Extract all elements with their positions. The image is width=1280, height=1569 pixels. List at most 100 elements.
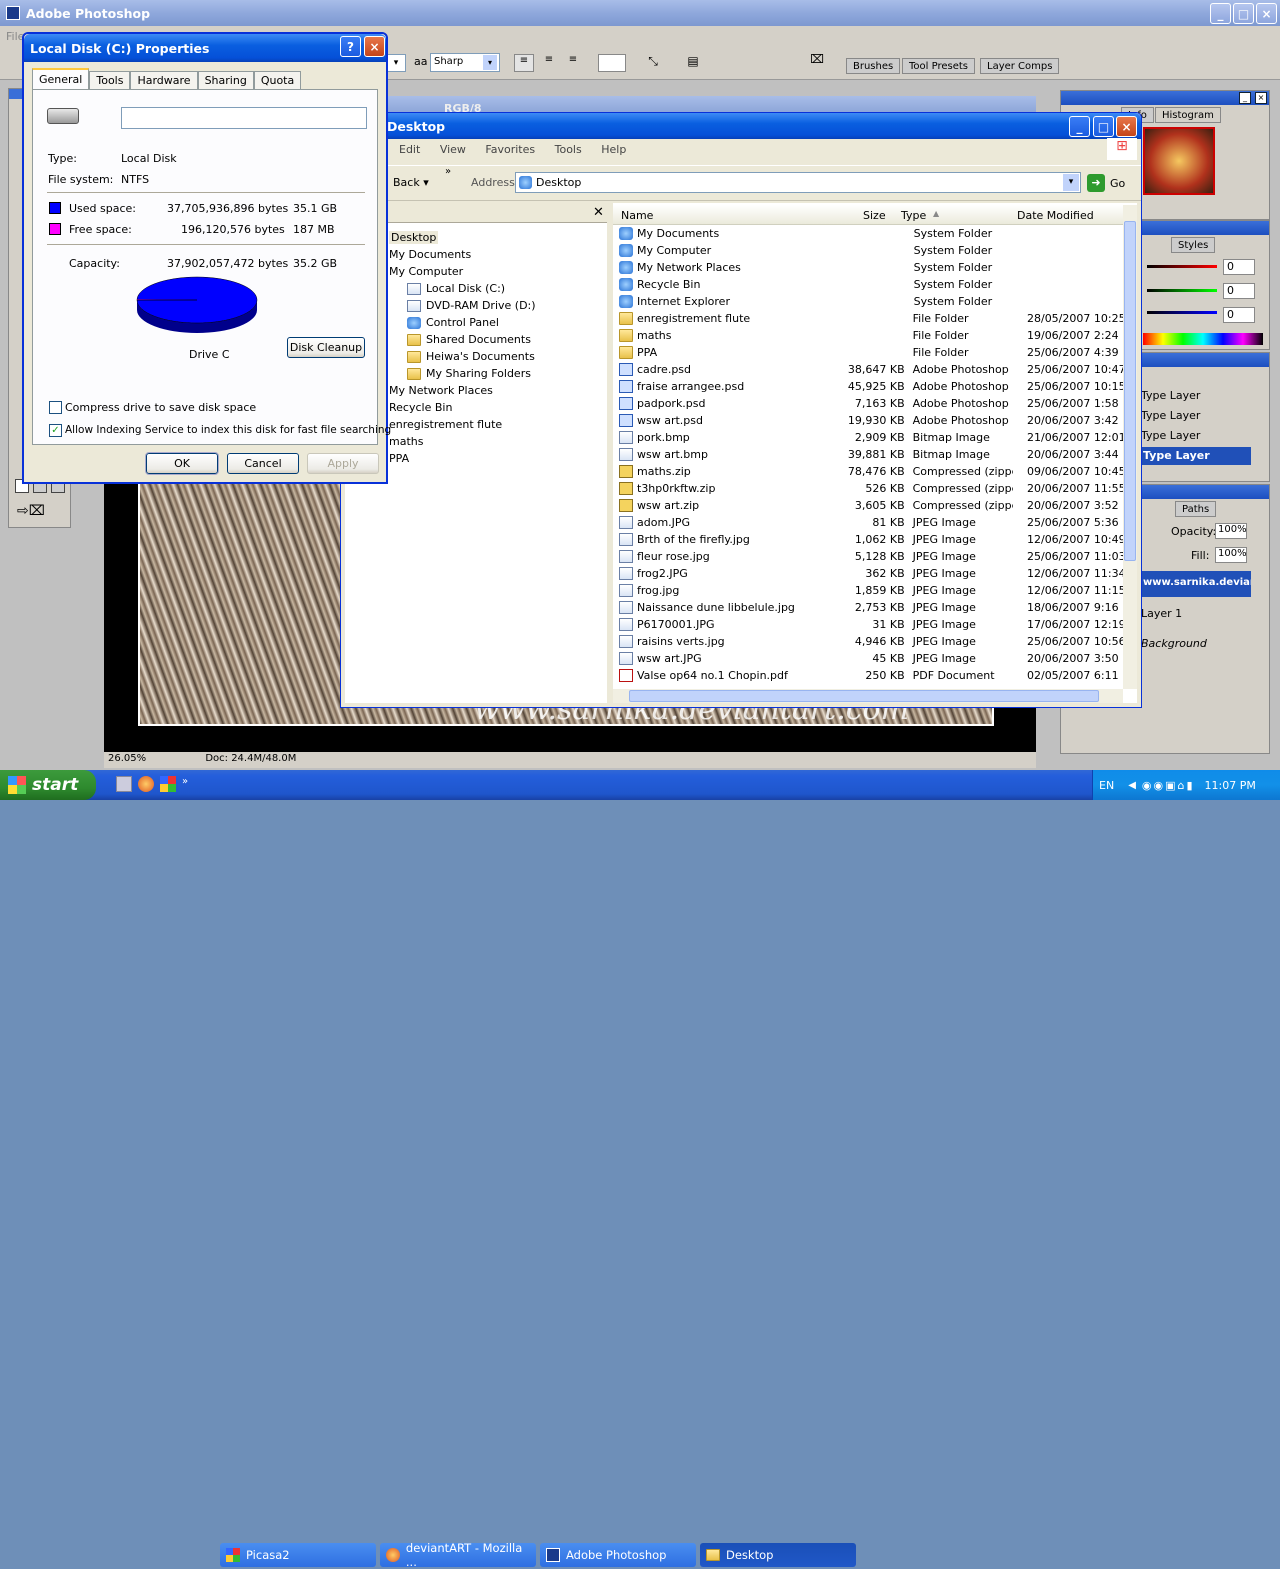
tab-hardware[interactable]: Hardware <box>130 71 198 90</box>
file-row[interactable]: pork.bmp 2,909 KB Bitmap Image 21/06/2007 1… <box>613 429 1123 446</box>
file-row[interactable]: padpork.psd 7,163 KB Adobe Photoshop I... 2… <box>613 395 1123 412</box>
ps-palettes-icon[interactable]: ▤ <box>684 54 702 72</box>
tab-tools[interactable]: Tools <box>89 71 131 90</box>
red-slider[interactable] <box>1147 265 1217 268</box>
column-size[interactable]: Size <box>863 209 886 222</box>
compress-label[interactable]: Compress drive to save disk space <box>65 401 256 414</box>
ps-text-color-swatch[interactable] <box>598 54 626 72</box>
tree-item[interactable]: My Sharing Folders <box>407 365 531 382</box>
ok-button[interactable]: OK <box>145 452 219 475</box>
blue-value-input[interactable]: 0 <box>1223 307 1255 323</box>
tree-item[interactable]: Shared Documents <box>407 331 531 348</box>
file-row[interactable]: Recycle Bin System Folder <box>613 276 1123 293</box>
tree-item[interactable]: Local Disk (C:) <box>407 280 505 297</box>
language-indicator[interactable]: EN <box>1099 779 1114 792</box>
column-type[interactable]: Type <box>901 209 926 222</box>
tree-item[interactable]: My Computer <box>389 263 463 280</box>
history-item[interactable]: Type Layer <box>1141 429 1200 442</box>
file-row[interactable]: Naissance dune libbelule.jpg 2,753 KB JPEG… <box>613 599 1123 616</box>
tree-item[interactable]: Control Panel <box>407 314 499 331</box>
fill-input[interactable]: 100% <box>1215 547 1247 563</box>
history-item-selected[interactable]: Type Layer <box>1141 447 1251 465</box>
file-row[interactable]: cadre.psd 38,647 KB Adobe Photoshop I... 25… <box>613 361 1123 378</box>
file-row[interactable]: maths.zip 78,476 KB Compressed (zippe... 09… <box>613 463 1123 480</box>
picasa-icon[interactable] <box>160 776 176 792</box>
cancel-button[interactable]: Cancel <box>227 453 299 474</box>
task-firefox[interactable]: deviantART - Mozilla ... <box>380 1541 536 1569</box>
tree-item[interactable]: My Documents <box>389 246 471 263</box>
dialog-close-button[interactable]: × <box>364 36 385 57</box>
back-button[interactable]: Back ▾ <box>393 176 429 189</box>
address-dropdown-icon[interactable]: ▾ <box>1063 174 1079 191</box>
horizontal-scrollbar[interactable] <box>613 689 1123 703</box>
tree-item[interactable]: PPA <box>389 450 409 467</box>
folders-close-icon[interactable]: ✕ <box>593 205 604 220</box>
file-row[interactable]: wsw art.zip 3,605 KB Compressed (zippe... 2… <box>613 497 1123 514</box>
file-row[interactable]: My Documents System Folder <box>613 225 1123 242</box>
opacity-input[interactable]: 100% <box>1215 523 1247 539</box>
ps-tab-layer-comps[interactable]: Layer Comps <box>980 58 1060 74</box>
dialog-help-button[interactable]: ? <box>340 36 361 57</box>
file-row[interactable]: My Network Places System Folder <box>613 259 1123 276</box>
tab-paths[interactable]: Paths <box>1175 501 1217 517</box>
ps-align-right-icon[interactable]: ≡ <box>564 54 582 72</box>
task-desktop[interactable]: Desktop <box>700 1543 856 1567</box>
tree-item-selected[interactable]: Desktop <box>389 229 439 246</box>
history-item[interactable]: Type Layer <box>1141 409 1200 422</box>
file-row[interactable]: wsw art.psd 19,930 KB Adobe Photoshop I...… <box>613 412 1123 429</box>
address-input[interactable]: Desktop ▾ <box>515 172 1081 193</box>
toolbar-chevron-icon[interactable]: » <box>445 166 451 177</box>
history-item[interactable]: Type Layer <box>1141 389 1200 402</box>
menu-view[interactable]: View <box>440 143 466 156</box>
tree-item[interactable]: Recycle Bin <box>389 399 452 416</box>
color-ramp[interactable] <box>1143 333 1263 345</box>
ps-tab-brushes[interactable]: Brushes <box>846 58 901 74</box>
ps-align-center-icon[interactable]: ≡ <box>540 54 558 72</box>
menu-tools[interactable]: Tools <box>555 143 582 156</box>
tab-sharing[interactable]: Sharing <box>197 71 254 90</box>
scroll-thumb[interactable] <box>1124 221 1136 561</box>
file-row[interactable]: Valse op64 no.1 Chopin.pdf 250 KB PDF Docu… <box>613 667 1123 684</box>
tree-item[interactable]: Heiwa's Documents <box>407 348 535 365</box>
layer-item-selected[interactable]: www.sarnika.devianta... <box>1141 571 1251 597</box>
vertical-scrollbar[interactable] <box>1123 205 1137 689</box>
task-picasa[interactable]: Picasa2 <box>220 1543 376 1567</box>
explorer-close-button[interactable]: × <box>1116 116 1137 137</box>
hscroll-thumb[interactable] <box>629 690 1099 702</box>
indexing-label[interactable]: Allow Indexing Service to index this dis… <box>65 424 391 436</box>
file-row[interactable]: PPA File Folder 25/06/2007 4:39 PM <box>613 344 1123 361</box>
file-row[interactable]: frog.jpg 1,859 KB JPEG Image 12/06/2007 11:… <box>613 582 1123 599</box>
indexing-checkbox[interactable]: ✓ <box>49 424 62 437</box>
green-value-input[interactable]: 0 <box>1223 283 1255 299</box>
tree-item[interactable]: My Network Places <box>389 382 493 399</box>
tab-histogram[interactable]: Histogram <box>1155 107 1221 123</box>
panel-close-icon[interactable]: × <box>1255 92 1267 104</box>
explorer-minimize-button[interactable]: _ <box>1069 116 1090 137</box>
ps-tool-icon[interactable]: ⌧ <box>806 52 828 74</box>
ps-tab-tool-presets[interactable]: Tool Presets <box>902 58 975 74</box>
menu-edit[interactable]: Edit <box>399 143 420 156</box>
file-row[interactable]: wsw art.bmp 39,881 KB Bitmap Image 20/06/20… <box>613 446 1123 463</box>
explorer-maximize-button[interactable]: □ <box>1093 116 1114 137</box>
ps-imageready-icon[interactable]: ⇨⌧ <box>17 503 65 523</box>
column-date-modified[interactable]: Date Modified <box>1017 209 1094 222</box>
tab-general[interactable]: General <box>32 68 90 90</box>
green-slider[interactable] <box>1147 289 1217 292</box>
column-name[interactable]: Name <box>621 209 653 222</box>
menu-help[interactable]: Help <box>601 143 626 156</box>
file-row[interactable]: wsw art.JPG 45 KB JPEG Image 20/06/2007 3:5… <box>613 650 1123 667</box>
file-row[interactable]: maths File Folder 19/06/2007 2:24 PM <box>613 327 1123 344</box>
ps-maximize-button[interactable]: □ <box>1233 3 1254 24</box>
file-row[interactable]: Internet Explorer System Folder <box>613 293 1123 310</box>
ps-zoom-level[interactable]: 26.05% <box>108 753 146 764</box>
ps-close-button[interactable]: × <box>1256 3 1277 24</box>
panel-minimize-icon[interactable]: _ <box>1239 92 1251 104</box>
file-row[interactable]: frog2.JPG 362 KB JPEG Image 12/06/2007 11:3… <box>613 565 1123 582</box>
compress-checkbox[interactable] <box>49 401 62 414</box>
ps-minimize-button[interactable]: _ <box>1210 3 1231 24</box>
file-row[interactable]: t3hp0rkftw.zip 526 KB Compressed (zippe...… <box>613 480 1123 497</box>
file-row[interactable]: enregistrement flute File Folder 28/05/200… <box>613 310 1123 327</box>
blue-slider[interactable] <box>1147 311 1217 314</box>
file-row[interactable]: My Computer System Folder <box>613 242 1123 259</box>
file-row[interactable]: Brth of the firefly.jpg 1,062 KB JPEG Imag… <box>613 531 1123 548</box>
